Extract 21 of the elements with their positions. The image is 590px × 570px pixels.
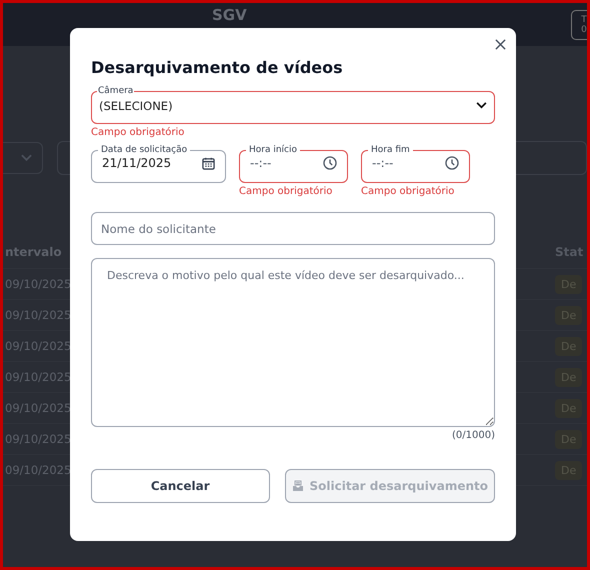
- time-field[interactable]: Hora fim --:--: [361, 145, 470, 183]
- app-title: SGV: [212, 6, 247, 24]
- clock-icon[interactable]: [445, 156, 459, 170]
- error-message: Campo obrigatório: [361, 186, 456, 197]
- dialog-title: Desarquivamento de vídeos: [91, 58, 344, 77]
- chevron-down-icon: [21, 154, 32, 162]
- time-field[interactable]: Hora início --:--: [239, 145, 348, 183]
- camera-select[interactable]: Câmera (SELECIONE): [91, 86, 495, 124]
- close-icon[interactable]: [495, 39, 506, 50]
- date-field[interactable]: Data de solicitação 21/11/2025: [91, 145, 226, 183]
- chevron-down-icon: [476, 102, 487, 108]
- clock-icon[interactable]: [323, 156, 337, 170]
- requester-name-field[interactable]: Nome do solicitante: [91, 212, 495, 245]
- character-counter: (0/1000): [452, 430, 495, 441]
- reason-text-area[interactable]: Descreva o motivo pelo qual este vídeo deve ser desarquivado...: [91, 258, 495, 427]
- calendar-icon[interactable]: [202, 156, 215, 170]
- cancel-button[interactable]: Cancelar: [91, 469, 270, 503]
- header-button[interactable]: T 0: [571, 10, 587, 40]
- error-message: Campo obrigatório: [91, 127, 186, 138]
- error-message: Campo obrigatório: [239, 186, 334, 197]
- archive-box-icon: [292, 480, 304, 492]
